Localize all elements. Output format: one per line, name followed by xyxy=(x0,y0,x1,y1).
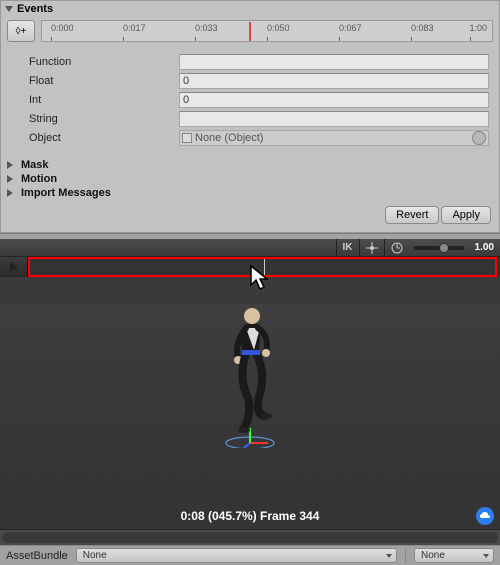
prop-int-label: Int xyxy=(29,94,179,106)
slider-knob-icon[interactable] xyxy=(439,243,449,253)
events-timeline[interactable]: 0:000 0:017 0:033 0:050 0:067 0:083 1:00 xyxy=(41,20,493,42)
animation-viewport[interactable]: 0:08 (045.7%) Frame 344 xyxy=(0,277,500,529)
prop-object-row: Object None (Object) xyxy=(29,129,489,146)
character-avatar xyxy=(210,298,290,448)
object-picker-icon[interactable] xyxy=(472,131,486,145)
speed-value: 1.00 xyxy=(469,242,500,253)
tick: 0:033 xyxy=(195,23,218,33)
import-messages-foldout[interactable]: Import Messages xyxy=(1,186,499,200)
object-value: None (Object) xyxy=(195,132,263,144)
mask-label: Mask xyxy=(21,159,49,171)
inspector-panel: Events ◊+ 0:000 0:017 0:033 0:050 0:067 … xyxy=(0,0,500,233)
assetbundle-dropdown[interactable]: None xyxy=(76,548,397,563)
prop-float-row: Float xyxy=(29,72,489,89)
speed-button[interactable] xyxy=(384,239,409,256)
frame-info: 0:08 (045.7%) Frame 344 xyxy=(0,509,500,523)
foldout-icon xyxy=(7,175,17,183)
preview-toolbar: IK 1.00 xyxy=(0,239,500,257)
prop-string-label: String xyxy=(29,113,179,125)
play-icon xyxy=(10,262,18,272)
prop-function-label: Function xyxy=(29,56,179,68)
foldout-icon xyxy=(7,189,17,197)
int-input[interactable] xyxy=(179,92,489,108)
pivot-button[interactable] xyxy=(359,239,384,256)
speed-slider[interactable] xyxy=(414,246,464,250)
object-checkbox-icon xyxy=(182,133,192,143)
tick: 0:000 xyxy=(51,23,74,33)
event-properties: Function Float Int String Object None (O… xyxy=(1,45,499,158)
tick: 0:017 xyxy=(123,23,146,33)
prop-string-row: String xyxy=(29,110,489,127)
tick: 0:050 xyxy=(267,23,290,33)
foldout-events-icon[interactable] xyxy=(5,6,13,12)
assetbundle-bar: AssetBundle None None xyxy=(0,545,500,565)
scrub-playhead[interactable] xyxy=(264,257,265,277)
motion-label: Motion xyxy=(21,173,57,185)
add-event-button[interactable]: ◊+ xyxy=(7,20,35,42)
assetbundle-label: AssetBundle xyxy=(6,550,68,562)
scrollbar-track[interactable] xyxy=(2,532,498,543)
cloud-sync-icon[interactable] xyxy=(476,507,494,525)
motion-foldout[interactable]: Motion xyxy=(1,172,499,186)
variant-dropdown[interactable]: None xyxy=(414,548,494,563)
clock-icon xyxy=(391,242,403,254)
ik-toggle[interactable]: IK xyxy=(336,239,359,256)
prop-function-row: Function xyxy=(29,53,489,70)
foldout-icon xyxy=(7,161,17,169)
mask-foldout[interactable]: Mask xyxy=(1,158,499,172)
prop-object-label: Object xyxy=(29,132,179,144)
function-input[interactable] xyxy=(179,54,489,70)
scrub-track[interactable] xyxy=(28,257,500,277)
tick: 0:083 xyxy=(411,23,434,33)
revert-button[interactable]: Revert xyxy=(385,206,439,224)
events-timeline-row: ◊+ 0:000 0:017 0:033 0:050 0:067 0:083 1… xyxy=(1,17,499,45)
scrub-bar xyxy=(0,257,500,277)
apply-buttons: Revert Apply xyxy=(1,200,499,232)
events-header[interactable]: Events xyxy=(1,1,499,17)
pivot-icon xyxy=(366,242,378,254)
prop-float-label: Float xyxy=(29,75,179,87)
import-messages-label: Import Messages xyxy=(21,187,111,199)
apply-button[interactable]: Apply xyxy=(441,206,491,224)
prop-int-row: Int xyxy=(29,91,489,108)
play-button[interactable] xyxy=(0,257,28,277)
timeline-playhead[interactable] xyxy=(249,22,251,41)
object-field[interactable]: None (Object) xyxy=(179,130,489,146)
horizontal-scrollbar[interactable] xyxy=(0,529,500,545)
tick: 0:067 xyxy=(339,23,362,33)
tick: 1:00 xyxy=(470,23,488,33)
separator xyxy=(405,549,406,563)
events-title: Events xyxy=(17,3,53,15)
float-input[interactable] xyxy=(179,73,489,89)
string-input[interactable] xyxy=(179,111,489,127)
